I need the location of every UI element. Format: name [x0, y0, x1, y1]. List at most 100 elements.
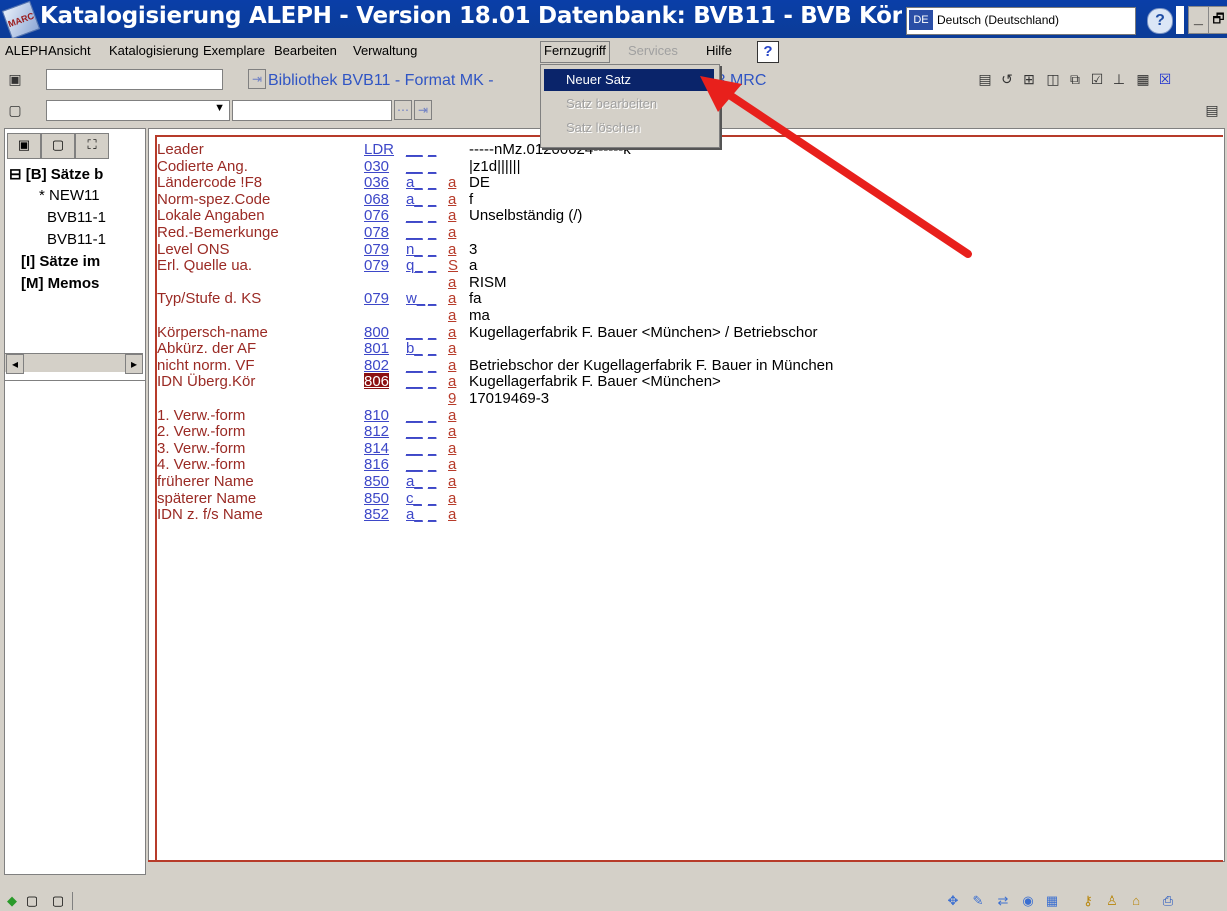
field-indicator-2[interactable]: _	[428, 207, 442, 224]
chevron-down-icon[interactable]: ▼	[214, 102, 225, 114]
field-indicator-1[interactable]: __	[406, 373, 428, 390]
subfield-code[interactable]: a	[448, 324, 456, 341]
editor-splitter[interactable]	[148, 860, 1223, 870]
pen-icon[interactable]: ✎	[970, 893, 986, 909]
field-tag[interactable]: 078	[364, 224, 389, 241]
field-indicator-2[interactable]: _	[428, 440, 442, 457]
tree-node-bvb11-b[interactable]: BVB11-1	[47, 231, 106, 248]
field-indicator-2[interactable]: _	[428, 373, 442, 390]
field-indicator-1[interactable]: n_	[406, 241, 428, 258]
field-indicator-1[interactable]: __	[406, 224, 428, 241]
field-indicator-1[interactable]: __	[406, 456, 428, 473]
toolbar-grip[interactable]	[1176, 6, 1184, 34]
subfield-code[interactable]: a	[448, 423, 456, 440]
tab-records-icon[interactable]: ▣	[7, 133, 41, 159]
tab-search-binoculars-icon[interactable]: ⛶	[75, 133, 109, 159]
subfield-code[interactable]: a	[448, 307, 456, 324]
field-indicator-2[interactable]: _	[428, 473, 442, 490]
subfield-code[interactable]: a	[448, 440, 456, 457]
field-tag[interactable]: 079	[364, 257, 389, 274]
field-indicator-2[interactable]: _	[428, 241, 442, 258]
field-indicator-1[interactable]	[406, 307, 428, 323]
field-indicator-2[interactable]: _	[428, 191, 442, 208]
field-indicator-2[interactable]	[428, 274, 442, 290]
field-value[interactable]: 3	[469, 241, 477, 258]
field-value[interactable]: Kugellagerfabrik F. Bauer <München> / Be…	[469, 324, 818, 341]
menu-services[interactable]: Services	[625, 42, 681, 62]
tree-node-saved-records[interactable]: ⊟ [B] Sätze b	[9, 165, 103, 183]
globe-icon[interactable]: ◉	[1020, 893, 1036, 909]
subfield-code[interactable]: a	[448, 473, 456, 490]
field-indicator-2[interactable]: _	[428, 490, 442, 507]
subfield-code[interactable]: a	[448, 224, 456, 241]
key-icon[interactable]: ⚷	[1080, 893, 1096, 909]
field-value[interactable]: Betriebschor der Kugellagerfabrik F. Bau…	[469, 357, 833, 374]
scroll-right-icon[interactable]: ▸	[125, 354, 143, 374]
search-input[interactable]	[232, 100, 392, 121]
print-icon[interactable]: ⎙	[1160, 893, 1176, 909]
subfield-code[interactable]: a	[448, 407, 456, 424]
field-value[interactable]: Unselbständig (/)	[469, 207, 582, 224]
marc-app-icon[interactable]: MARC	[1, 0, 41, 40]
table-icon[interactable]: ▦	[1044, 893, 1060, 909]
subfield-code[interactable]: a	[448, 241, 456, 258]
language-indicator[interactable]: DE Deutsch (Deutschland)	[906, 7, 1136, 35]
field-tag[interactable]: 816	[364, 456, 389, 473]
field-indicator-1[interactable]: a_	[406, 191, 428, 208]
menu-exemplare[interactable]: Exemplare	[200, 42, 268, 62]
subfield-code[interactable]: a	[448, 191, 456, 208]
field-indicator-1[interactable]: __	[406, 158, 428, 175]
field-tag[interactable]: 812	[364, 423, 389, 440]
transfer-icon[interactable]: ⇄	[995, 893, 1011, 909]
field-value[interactable]: |z1d||||||	[469, 158, 520, 175]
tree-icon[interactable]: ⊞	[1020, 70, 1038, 88]
field-indicator-1[interactable]: b_	[406, 340, 428, 357]
field-tag[interactable]: 802	[364, 357, 389, 374]
tree-node-memos[interactable]: [M] Memos	[21, 275, 99, 292]
scroll-left-icon[interactable]: ◂	[6, 354, 24, 374]
field-value[interactable]: f	[469, 191, 473, 208]
subfield-code[interactable]: a	[448, 506, 456, 523]
field-indicator-1[interactable]: a_	[406, 506, 428, 523]
field-indicator-1[interactable]: w_	[406, 290, 428, 307]
record-editor[interactable]: Leader LDR __ _ -----nMz.01200024------k Codi…	[148, 128, 1225, 862]
split-icon[interactable]: ⊥	[1110, 70, 1128, 88]
menu-fernzugriff[interactable]: Fernzugriff	[540, 41, 610, 63]
window-small-icon[interactable]: ▢	[24, 893, 40, 909]
record-number-field[interactable]	[46, 69, 223, 90]
field-tag[interactable]: 850	[364, 490, 389, 507]
book-icon[interactable]: ◫	[1044, 70, 1062, 88]
tab-window-icon[interactable]: ▢	[41, 133, 75, 159]
field-indicator-1[interactable]	[406, 390, 428, 406]
field-tag[interactable]: 079	[364, 290, 389, 307]
check-icon[interactable]: ☑	[1088, 70, 1106, 88]
field-indicator-1[interactable]	[406, 274, 428, 290]
field-tag[interactable]: 814	[364, 440, 389, 457]
field-value[interactable]: fa	[469, 290, 482, 307]
subfield-code[interactable]: a	[448, 357, 456, 374]
subfield-code[interactable]: a	[448, 340, 456, 357]
subfield-code[interactable]: S	[448, 257, 458, 274]
user-icon[interactable]: ♙	[1104, 893, 1120, 909]
subfield-code[interactable]: a	[448, 456, 456, 473]
field-tag[interactable]: 800	[364, 324, 389, 341]
field-indicator-2[interactable]	[428, 307, 442, 323]
network-icon[interactable]: ✥	[945, 893, 961, 909]
subfield-code[interactable]: a	[448, 274, 456, 291]
field-value[interactable]: RISM	[469, 274, 507, 291]
menu-verwaltung[interactable]: Verwaltung	[350, 42, 420, 62]
subfield-code[interactable]: a	[448, 490, 456, 507]
menu-katalogisierung[interactable]: Katalogisierung	[106, 42, 202, 62]
field-indicator-2[interactable]: _	[428, 290, 442, 307]
field-indicator-2[interactable]: _	[428, 357, 442, 374]
field-tag[interactable]: 852	[364, 506, 389, 523]
subfield-code[interactable]: a	[448, 174, 456, 191]
window-small-icon-2[interactable]: ▢	[50, 893, 66, 909]
field-indicator-2[interactable]: _	[428, 257, 442, 274]
field-indicator-1[interactable]: a_	[406, 473, 428, 490]
field-tag[interactable]: 068	[364, 191, 389, 208]
field-indicator-2[interactable]: _	[428, 407, 442, 424]
field-indicator-1[interactable]: q_	[406, 257, 428, 274]
panel-icon[interactable]: ▤	[1203, 101, 1221, 119]
field-tag[interactable]: 810	[364, 407, 389, 424]
